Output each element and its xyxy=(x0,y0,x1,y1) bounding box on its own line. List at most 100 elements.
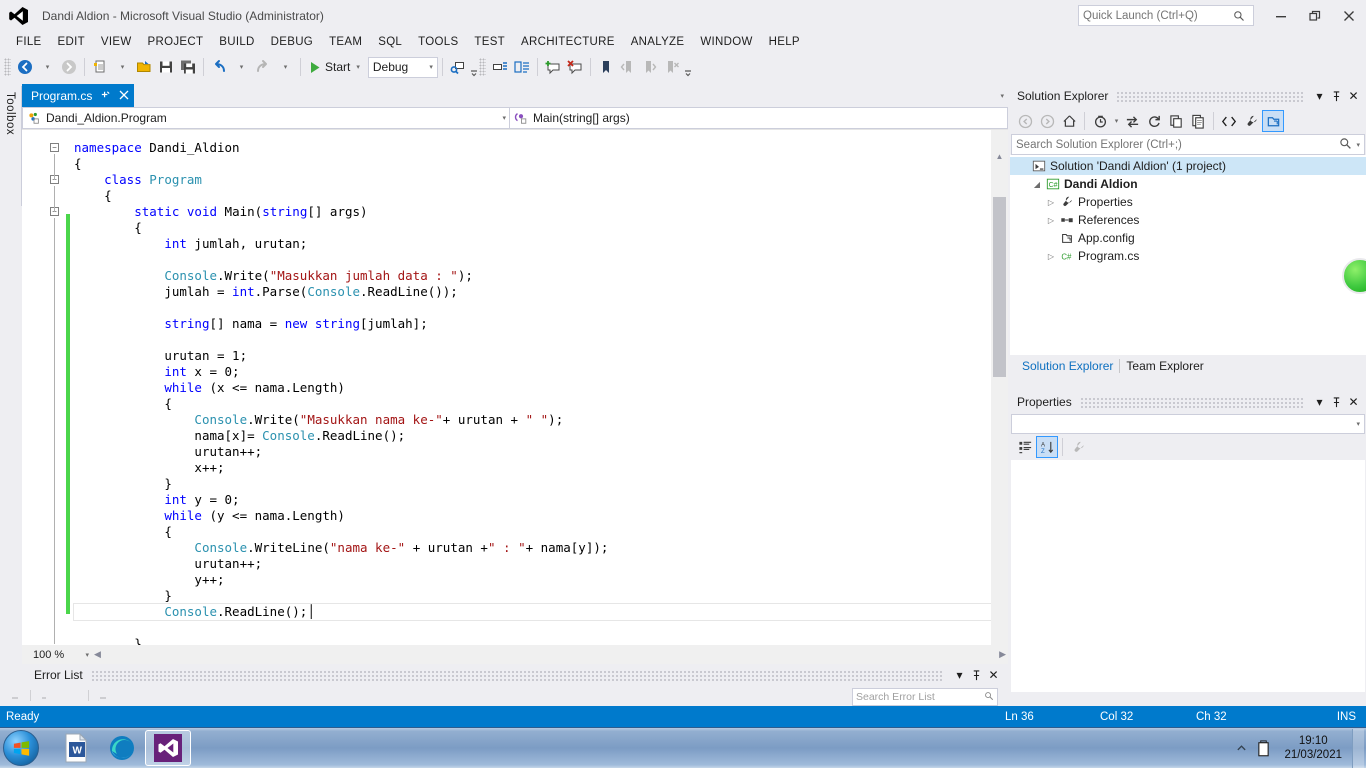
menu-build[interactable]: BUILD xyxy=(211,34,262,50)
tree-node[interactable]: ◢ C# Dandi Aldion xyxy=(1010,175,1366,193)
solution-explorer-search-box[interactable]: ▾ xyxy=(1011,134,1365,155)
close-button[interactable] xyxy=(1332,0,1366,31)
menu-view[interactable]: VIEW xyxy=(93,34,140,50)
tree-node[interactable]: ▷ Properties xyxy=(1010,193,1366,211)
code-line[interactable]: jumlah = int.Parse(Console.ReadLine()); xyxy=(74,284,1004,300)
menu-analyze[interactable]: ANALYZE xyxy=(623,34,693,50)
redo-icon[interactable] xyxy=(252,56,274,78)
solution-explorer-close-icon[interactable]: ✕ xyxy=(1345,88,1362,105)
menu-project[interactable]: PROJECT xyxy=(140,34,212,50)
pending-changes-icon[interactable] xyxy=(1089,110,1111,132)
forward-icon[interactable] xyxy=(1036,110,1058,132)
solution-explorer-pin-icon[interactable] xyxy=(1328,88,1345,105)
code-line[interactable]: { xyxy=(74,524,1004,540)
error-list-close-icon[interactable]: ✕ xyxy=(985,667,1002,684)
code-line[interactable]: x++; xyxy=(74,460,1004,476)
code-line[interactable]: class Program xyxy=(74,172,1004,188)
start-debug-button[interactable]: Start ▾ xyxy=(305,56,364,78)
code-line[interactable]: { xyxy=(74,396,1004,412)
menu-file[interactable]: FILE xyxy=(8,34,50,50)
undo-dropdown[interactable]: ▾ xyxy=(230,56,252,78)
error-list-filter-controls[interactable] xyxy=(8,689,228,703)
code-line[interactable]: Console.Write("Masukkan nama ke-"+ uruta… xyxy=(74,412,1004,428)
clear-bookmarks-icon[interactable] xyxy=(661,56,683,78)
code-line[interactable]: Console.Write("Masukkan jumlah data : ")… xyxy=(74,268,1004,284)
tab-list-dropdown[interactable]: ▾ xyxy=(999,84,1008,107)
pending-changes-dropdown[interactable]: ▾ xyxy=(1111,110,1121,132)
next-bookmark-icon[interactable] xyxy=(639,56,661,78)
remove-comment-icon[interactable] xyxy=(564,56,586,78)
taskbar-item-edge[interactable] xyxy=(99,730,145,766)
code-line[interactable] xyxy=(74,300,1004,316)
menu-team[interactable]: TEAM xyxy=(321,34,370,50)
scrollbar-thumb[interactable] xyxy=(993,197,1006,377)
home-icon[interactable] xyxy=(1058,110,1080,132)
preview-selected-items-icon[interactable] xyxy=(1262,110,1284,132)
code-line[interactable]: namespace Dandi_Aldion xyxy=(74,140,1004,156)
back-icon[interactable] xyxy=(1014,110,1036,132)
menu-window[interactable]: WINDOW xyxy=(692,34,760,50)
glyph-margin[interactable] xyxy=(22,130,50,725)
menu-debug[interactable]: DEBUG xyxy=(263,34,321,50)
properties-pin-icon[interactable] xyxy=(1328,394,1345,411)
battery-icon[interactable] xyxy=(1252,733,1274,763)
code-line[interactable] xyxy=(74,332,1004,348)
taskbar-clock[interactable]: 19:10 21/03/2021 xyxy=(1274,734,1352,762)
code-line[interactable]: urutan++; xyxy=(74,444,1004,460)
show-desktop-button[interactable] xyxy=(1352,728,1364,768)
windows-start-orb-icon[interactable] xyxy=(3,730,39,766)
toolbar-grip[interactable] xyxy=(478,58,486,76)
categorized-view-icon[interactable] xyxy=(1014,436,1036,458)
code-line[interactable]: { xyxy=(74,188,1004,204)
scroll-left-arrow-icon[interactable]: ◀ xyxy=(94,649,101,660)
collapse-all-icon[interactable] xyxy=(1165,110,1187,132)
property-pages-wrench-icon[interactable] xyxy=(1067,436,1089,458)
toolbar-grip[interactable] xyxy=(4,58,11,76)
properties-dropdown-icon[interactable]: ▾ xyxy=(1311,394,1328,411)
code-line[interactable]: } xyxy=(74,476,1004,492)
code-line[interactable] xyxy=(74,620,1004,636)
add-comment-icon[interactable] xyxy=(542,56,564,78)
new-project-dropdown[interactable]: ▾ xyxy=(111,56,133,78)
editor-vertical-scrollbar[interactable]: ▲ ▼ xyxy=(991,130,1008,725)
properties-close-icon[interactable]: ✕ xyxy=(1345,394,1362,411)
menu-help[interactable]: HELP xyxy=(761,34,808,50)
open-file-icon[interactable] xyxy=(133,56,155,78)
close-icon[interactable] xyxy=(119,90,129,102)
code-line[interactable]: { xyxy=(74,220,1004,236)
code-line[interactable]: } xyxy=(74,588,1004,604)
quick-launch-box[interactable] xyxy=(1078,5,1254,26)
code-line[interactable]: nama[x]= Console.ReadLine(); xyxy=(74,428,1004,444)
code-line[interactable]: static void Main(string[] args) xyxy=(74,204,1004,220)
properties-wrench-icon[interactable] xyxy=(1240,110,1262,132)
code-line[interactable]: int jumlah, urutan; xyxy=(74,236,1004,252)
panel-drag-area[interactable] xyxy=(90,669,943,681)
toolbox-collapsed-tab[interactable]: Toolbox xyxy=(0,86,22,206)
code-line[interactable]: int x = 0; xyxy=(74,364,1004,380)
code-line[interactable]: urutan++; xyxy=(74,556,1004,572)
navigate-back-dropdown[interactable]: ▾ xyxy=(36,56,58,78)
new-project-icon[interactable] xyxy=(89,56,111,78)
tab-program-cs[interactable]: Program.cs xyxy=(22,84,135,107)
quick-launch-input[interactable] xyxy=(1083,9,1233,22)
bookmark-icon[interactable] xyxy=(595,56,617,78)
properties-grid[interactable] xyxy=(1011,460,1365,692)
restore-button[interactable] xyxy=(1298,0,1332,31)
tree-node[interactable]: App.config xyxy=(1010,229,1366,247)
tree-expander-icon[interactable]: ▷ xyxy=(1044,198,1058,207)
solution-explorer-dropdown-icon[interactable]: ▾ xyxy=(1311,88,1328,105)
code-lines[interactable]: namespace Dandi_Aldion{ class Program { … xyxy=(73,130,1004,652)
properties-object-combo[interactable]: ▾ xyxy=(1011,414,1365,434)
menu-architecture[interactable]: ARCHITECTURE xyxy=(513,34,623,50)
taskbar-item-word[interactable]: W xyxy=(53,730,99,766)
code-line[interactable]: Console.WriteLine("nama ke-" + urutan +"… xyxy=(74,540,1004,556)
outlining-collapse-icon[interactable]: − xyxy=(50,143,59,152)
code-line[interactable]: urutan = 1; xyxy=(74,348,1004,364)
editor-horizontal-scrollbar[interactable]: ◀ ▶ xyxy=(92,645,1008,664)
type-navigation-combo[interactable]: Dandi_Aldion.Program ▾ xyxy=(22,107,510,129)
solution-tree[interactable]: Solution 'Dandi Aldion' (1 project) ◢ C# Da… xyxy=(1010,155,1366,355)
comment-selection-icon[interactable] xyxy=(489,56,511,78)
show-all-files-icon[interactable] xyxy=(1187,110,1209,132)
pin-icon[interactable] xyxy=(100,89,111,102)
code-line[interactable]: { xyxy=(74,156,1004,172)
